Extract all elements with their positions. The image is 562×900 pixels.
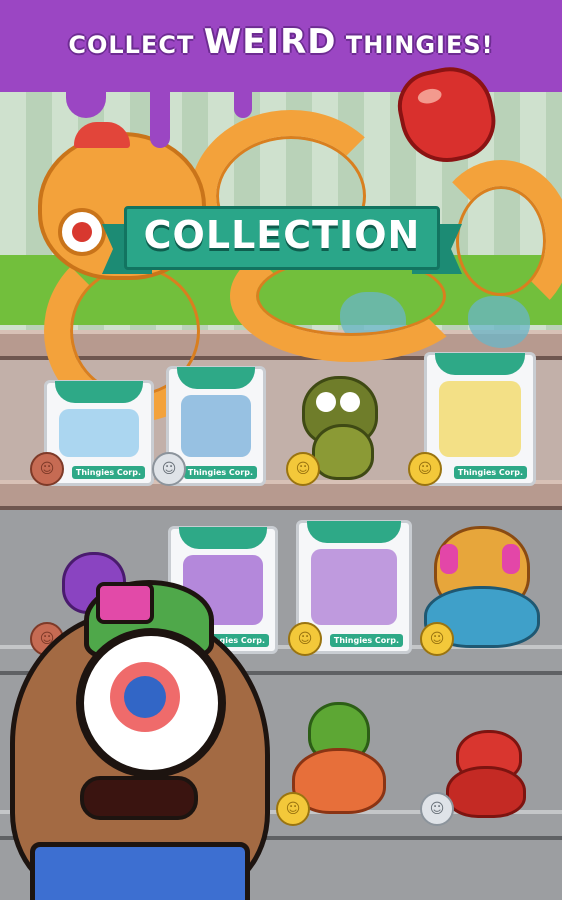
gold-coin-icon: ☺ xyxy=(408,452,442,486)
slime-drip xyxy=(234,88,252,118)
gold-coin-icon: ☺ xyxy=(286,452,320,486)
toy-box-window xyxy=(439,381,521,457)
cyclops-thingy xyxy=(0,580,290,900)
octopus-eye xyxy=(58,208,106,256)
slime-drip xyxy=(150,88,170,148)
toy-box-brand: Thingies Corp. xyxy=(329,634,403,647)
toy-box-brand: Thingies Corp. xyxy=(71,466,145,479)
game-screen: COLLECTION COLLECT WEIRD THINGIES! Thing… xyxy=(0,0,562,900)
gold-coin-icon: ☺ xyxy=(420,622,454,656)
toy-box-brand: Thingies Corp. xyxy=(453,466,527,479)
toy-box-brand: Thingies Corp. xyxy=(183,466,257,479)
toy-box-window xyxy=(311,549,397,625)
collection-ribbon: COLLECTION xyxy=(102,200,462,274)
banner-word-collect: COLLECT xyxy=(68,31,195,59)
toy-box-window xyxy=(59,409,139,457)
silver-coin-icon: ☺ xyxy=(420,792,454,826)
bronze-coin-icon: ☺ xyxy=(30,452,64,486)
gold-coin-icon: ☺ xyxy=(288,622,322,656)
toy-box-window xyxy=(181,395,251,457)
banner-word-weird: WEIRD xyxy=(203,22,337,62)
banner-word-thingies: THINGIES! xyxy=(345,31,494,59)
banner-title: COLLECT WEIRD THINGIES! xyxy=(0,22,562,62)
silver-coin-icon: ☺ xyxy=(152,452,186,486)
collection-title: COLLECTION xyxy=(143,213,421,257)
